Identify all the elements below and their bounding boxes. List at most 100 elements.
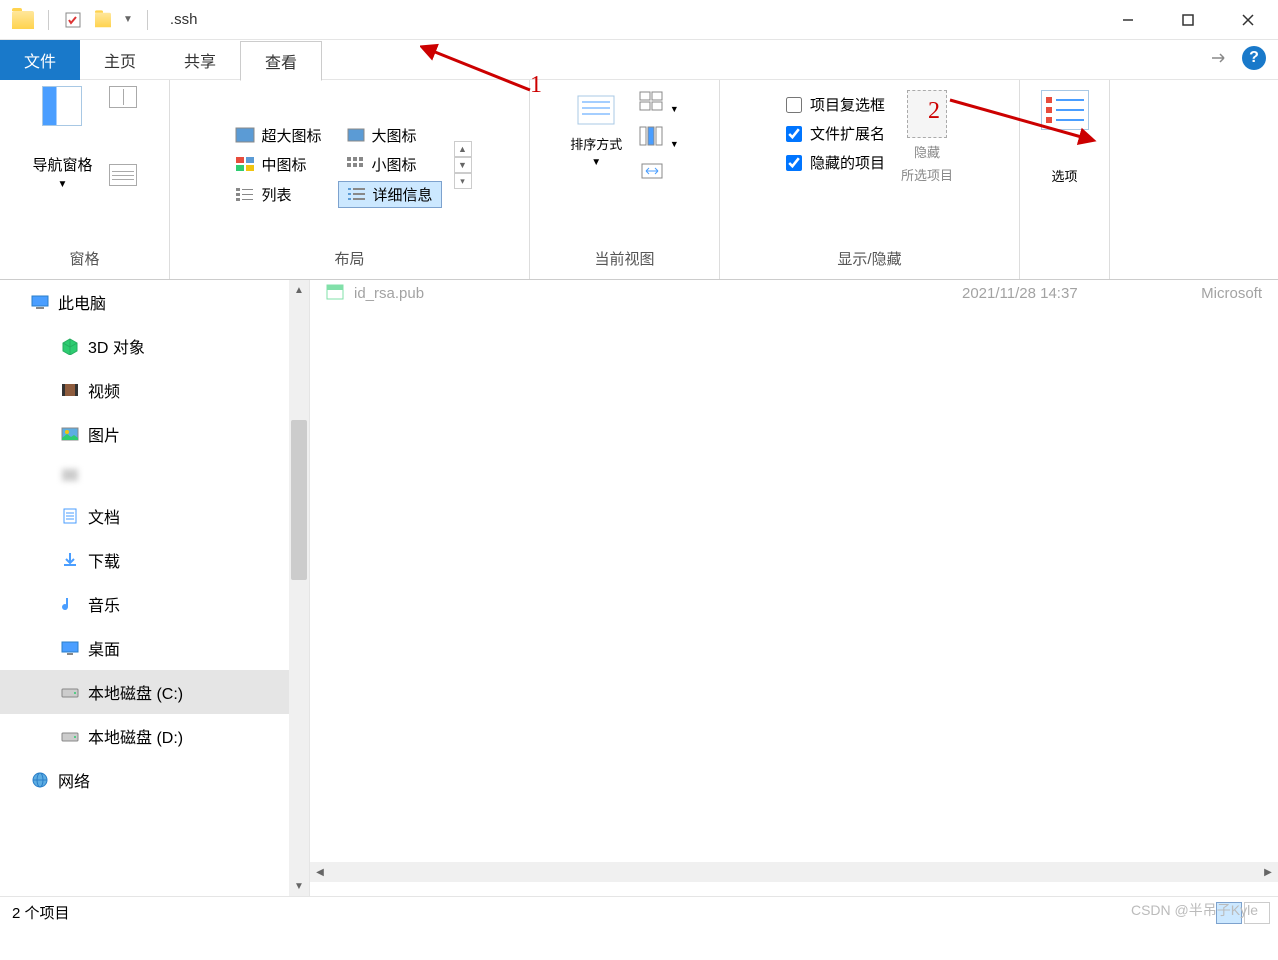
disk-icon: [60, 727, 80, 745]
file-name: id_rsa.pub: [354, 285, 962, 302]
size-columns-button[interactable]: [638, 160, 679, 185]
options-label: 选项: [1051, 166, 1077, 185]
file-row[interactable]: id_rsa.pub 2021/11/28 14:37 Microsoft: [310, 280, 1278, 306]
sort-button[interactable]: 排序方式 ▼: [570, 90, 622, 168]
scroll-right[interactable]: ▶: [1258, 862, 1278, 882]
item-checkboxes-toggle[interactable]: 项目复选框: [786, 90, 885, 119]
hide-label: 隐藏: [914, 142, 940, 161]
titlebar-left: ▼ .ssh: [0, 10, 197, 30]
sort-label: 排序方式: [570, 134, 622, 153]
navigation-tree[interactable]: 此电脑3D 对象视频图片文档下载音乐桌面本地磁盘 (C:) 本地磁盘 (D:) 网络…: [0, 280, 310, 896]
add-columns-button[interactable]: ▼: [638, 125, 679, 150]
details-pane-button[interactable]: [109, 164, 137, 186]
tree-item-disk[interactable]: 本地磁盘 (C:): [0, 670, 309, 714]
tab-home[interactable]: 主页: [80, 40, 160, 80]
tree-item-desktop[interactable]: 桌面: [0, 626, 309, 670]
window-controls: [1098, 0, 1278, 40]
layout-medium[interactable]: 中图标: [227, 152, 329, 177]
tree-item-downloads[interactable]: 下载: [0, 538, 309, 582]
titlebar: ▼ .ssh: [0, 0, 1278, 40]
group-by-button[interactable]: ▼: [638, 90, 679, 115]
preview-pane-button[interactable]: [109, 86, 137, 108]
new-folder-icon[interactable]: [93, 10, 113, 30]
tree-item-label: 本地磁盘 (D:): [88, 724, 183, 748]
group-label-current-view: 当前视图: [594, 244, 654, 273]
file-list[interactable]: id_rsa.pub 2021/11/28 14:37 Microsoft ◀ …: [310, 280, 1278, 896]
qat-dropdown[interactable]: ▼: [123, 14, 133, 25]
layout-spin-up[interactable]: ▲: [454, 141, 472, 157]
tree-item-network[interactable]: 网络: [0, 758, 309, 802]
checkbox-label: 隐藏的项目: [810, 152, 885, 173]
navigation-pane-button[interactable]: 导航窗格 ▼: [32, 86, 92, 190]
tree-item-3d[interactable]: 3D 对象: [0, 324, 309, 368]
layout-large[interactable]: 大图标: [338, 123, 442, 148]
3d-icon: [60, 337, 80, 355]
tree-item-blur[interactable]: [0, 456, 309, 494]
tree-item-label: 下载: [88, 548, 120, 572]
group-label-show-hide: 显示/隐藏: [837, 244, 901, 273]
video-icon: [60, 381, 80, 399]
group-label-panes: 窗格: [69, 244, 99, 273]
properties-icon[interactable]: [63, 10, 83, 30]
horizontal-scrollbar[interactable]: ◀ ▶: [310, 862, 1278, 882]
close-button[interactable]: [1218, 0, 1278, 40]
checkbox-label: 文件扩展名: [810, 123, 885, 144]
checkbox[interactable]: [786, 97, 802, 113]
layout-spin-more[interactable]: ▾: [454, 173, 472, 189]
tab-file[interactable]: 文件: [0, 40, 80, 80]
window-title: .ssh: [170, 11, 198, 28]
checkbox[interactable]: [786, 126, 802, 142]
hide-selected-button[interactable]: 隐藏 所选项目: [901, 90, 953, 184]
help-button[interactable]: ?: [1242, 46, 1266, 70]
layout-extra-large[interactable]: 超大图标: [227, 123, 329, 148]
tree-item-label: 音乐: [88, 592, 120, 616]
hide-icon: [907, 90, 947, 138]
item-count: 2 个项目: [12, 902, 70, 923]
tree-item-label: 桌面: [88, 636, 120, 660]
tree-item-music[interactable]: 音乐: [0, 582, 309, 626]
tab-share[interactable]: 共享: [160, 40, 240, 80]
options-icon: [1041, 90, 1089, 130]
navigation-pane-icon: [42, 86, 82, 126]
hide-sublabel: 所选项目: [901, 165, 953, 184]
layout-small[interactable]: 小图标: [338, 152, 442, 177]
tree-item-label: 网络: [58, 768, 90, 792]
scroll-up[interactable]: ▲: [289, 280, 309, 300]
group-label-layout: 布局: [334, 244, 364, 273]
checkbox[interactable]: [786, 155, 802, 171]
scroll-down[interactable]: ▼: [289, 876, 309, 896]
layout-label: 详细信息: [373, 184, 433, 205]
blur-icon: [60, 466, 80, 484]
scroll-thumb[interactable]: [291, 420, 307, 580]
chevron-down-icon: ▼: [591, 157, 601, 168]
tree-item-docs[interactable]: 文档: [0, 494, 309, 538]
tree-item-pc[interactable]: 此电脑: [0, 280, 309, 324]
tree-item-label: 本地磁盘 (C:): [88, 680, 183, 704]
pin-icon[interactable]: [1210, 50, 1230, 66]
hidden-items-toggle[interactable]: 隐藏的项目: [786, 148, 885, 177]
layout-details[interactable]: 详细信息: [338, 181, 442, 208]
maximize-button[interactable]: [1158, 0, 1218, 40]
layout-label: 中图标: [261, 154, 306, 175]
ribbon-tabs: 文件 主页 共享 查看 ?: [0, 40, 1278, 80]
tree-item-pictures[interactable]: 图片: [0, 412, 309, 456]
layout-spin-down[interactable]: ▼: [454, 157, 472, 173]
layout-label: 小图标: [372, 154, 417, 175]
scroll-left[interactable]: ◀: [310, 862, 330, 882]
group-label-options: [1062, 248, 1066, 273]
file-date: 2021/11/28 14:37: [962, 285, 1162, 302]
sort-icon: [574, 90, 618, 130]
sidebar-scrollbar[interactable]: ▲ ▼: [289, 280, 309, 896]
file-extensions-toggle[interactable]: 文件扩展名: [786, 119, 885, 148]
minimize-button[interactable]: [1098, 0, 1158, 40]
statusbar: 2 个项目: [0, 896, 1278, 928]
separator: [48, 10, 49, 30]
options-button[interactable]: 选项: [1041, 90, 1089, 185]
folder-icon: [12, 11, 34, 29]
disk-icon: [60, 683, 80, 701]
layout-list[interactable]: 列表: [227, 181, 329, 208]
tree-item-disk[interactable]: 本地磁盘 (D:): [0, 714, 309, 758]
tree-item-video[interactable]: 视频: [0, 368, 309, 412]
checkbox-label: 项目复选框: [810, 94, 885, 115]
tab-view[interactable]: 查看: [240, 41, 322, 81]
